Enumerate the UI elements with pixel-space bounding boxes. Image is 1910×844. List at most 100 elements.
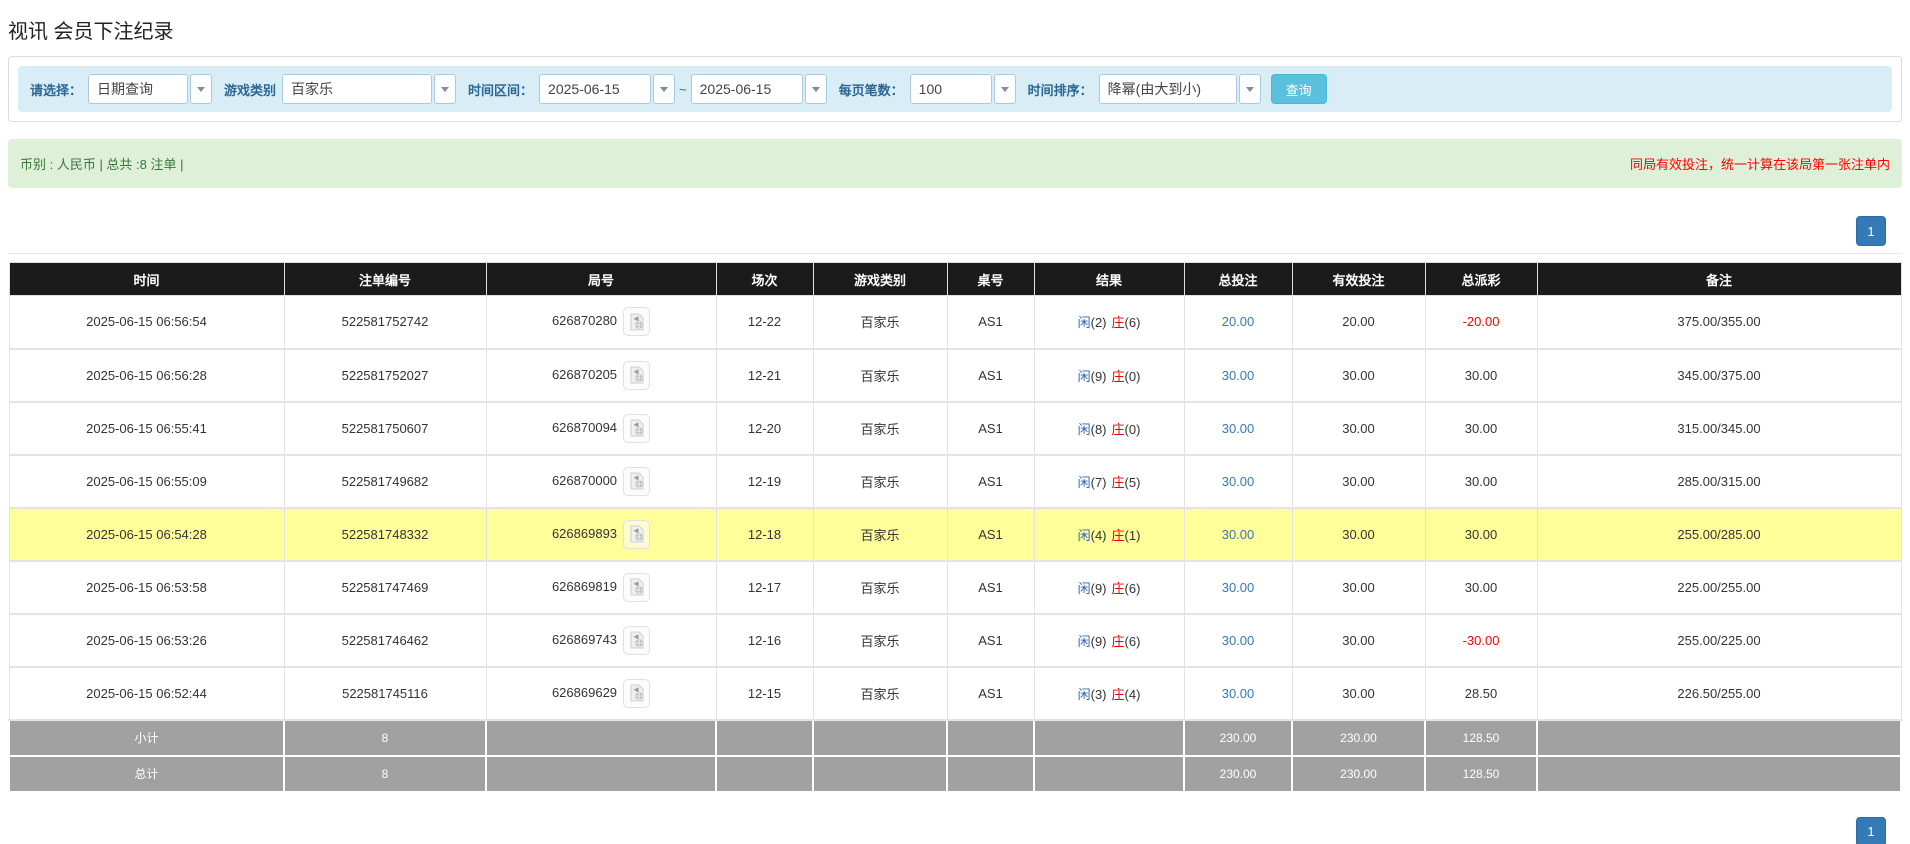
game-type-dropdown-button[interactable] xyxy=(434,74,456,104)
cell-valid-bet: 30.00 xyxy=(1292,349,1425,402)
cell-table-no: AS1 xyxy=(947,667,1034,720)
video-replay-button[interactable] xyxy=(623,520,650,549)
col-result: 结果 xyxy=(1034,263,1184,296)
cell-note: 285.00/315.00 xyxy=(1537,455,1901,508)
chevron-down-icon xyxy=(1246,87,1254,92)
result-banker-value: (6) xyxy=(1125,634,1141,649)
game-type-input[interactable] xyxy=(282,74,432,104)
table-row: 2025-06-15 06:55:09 522581749682 6268700… xyxy=(9,455,1901,508)
cell-payout: 30.00 xyxy=(1425,349,1537,402)
search-button[interactable]: 查询 xyxy=(1271,74,1327,104)
round-id-text: 626870205 xyxy=(552,366,617,381)
video-replay-button[interactable] xyxy=(623,414,650,443)
round-id-text: 626870280 xyxy=(552,313,617,328)
result-player-value: (3) xyxy=(1091,687,1107,702)
cell-valid-bet: 30.00 xyxy=(1292,561,1425,614)
total-bet-link[interactable]: 30.00 xyxy=(1222,368,1255,383)
cell-round-id: 626870205 xyxy=(486,349,716,402)
cell-table-no: AS1 xyxy=(947,296,1034,349)
game-type-label: 游戏类别 xyxy=(224,80,276,99)
page-size-combobox xyxy=(910,74,1016,104)
cell-payout: 30.00 xyxy=(1425,561,1537,614)
chevron-down-icon xyxy=(812,87,820,92)
page-title: 视讯 会员下注纪录 xyxy=(8,0,1902,56)
time-sort-label: 时间排序： xyxy=(1028,80,1093,99)
grand-total-label: 总计 xyxy=(9,756,284,792)
cell-total-bet: 30.00 xyxy=(1184,614,1292,667)
cell-session: 12-16 xyxy=(716,614,813,667)
cell-session: 12-21 xyxy=(716,349,813,402)
total-bet-link[interactable]: 30.00 xyxy=(1222,686,1255,701)
result-banker-value: (1) xyxy=(1125,528,1141,543)
cell-result: 闲(9)庄(0) xyxy=(1034,349,1184,402)
page-size-label: 每页笔数： xyxy=(839,80,904,99)
summary-bar: 币别 : 人民币 | 总共 :8 注单 | 同局有效投注，统一计算在该局第一张注… xyxy=(8,139,1902,188)
time-sort-dropdown-button[interactable] xyxy=(1239,74,1261,104)
video-replay-button[interactable] xyxy=(623,467,650,496)
cell-bet-id: 522581752027 xyxy=(284,349,486,402)
result-banker-label: 庄 xyxy=(1112,475,1125,490)
total-bet-link[interactable]: 30.00 xyxy=(1222,527,1255,542)
result-player-label: 闲 xyxy=(1078,475,1091,490)
cell-note: 375.00/355.00 xyxy=(1537,296,1901,349)
video-replay-button[interactable] xyxy=(623,307,650,336)
date-from-dropdown-button[interactable] xyxy=(653,74,675,104)
total-bet-link[interactable]: 30.00 xyxy=(1222,633,1255,648)
cell-time: 2025-06-15 06:56:54 xyxy=(9,296,284,349)
cell-note: 255.00/225.00 xyxy=(1537,614,1901,667)
time-sort-input[interactable] xyxy=(1099,74,1237,104)
total-bet-link[interactable]: 30.00 xyxy=(1222,474,1255,489)
cell-table-no: AS1 xyxy=(947,349,1034,402)
cell-time: 2025-06-15 06:54:28 xyxy=(9,508,284,561)
cell-total-bet: 20.00 xyxy=(1184,296,1292,349)
query-type-input[interactable] xyxy=(88,74,188,104)
video-replay-button[interactable] xyxy=(623,626,650,655)
date-range-separator: ~ xyxy=(679,82,687,97)
cell-total-bet: 30.00 xyxy=(1184,667,1292,720)
result-player-label: 闲 xyxy=(1078,634,1091,649)
cell-payout: -20.00 xyxy=(1425,296,1537,349)
result-player-value: (9) xyxy=(1091,634,1107,649)
date-from-input[interactable] xyxy=(539,74,651,104)
col-time: 时间 xyxy=(9,263,284,296)
cell-payout: -30.00 xyxy=(1425,614,1537,667)
table-row: 2025-06-15 06:52:44 522581745116 6268696… xyxy=(9,667,1901,720)
page-size-input[interactable] xyxy=(910,74,992,104)
result-player-value: (8) xyxy=(1091,422,1107,437)
total-bet-link[interactable]: 20.00 xyxy=(1222,314,1255,329)
cell-round-id: 626869743 xyxy=(486,614,716,667)
cell-round-id: 626869893 xyxy=(486,508,716,561)
result-player-label: 闲 xyxy=(1078,422,1091,437)
date-to-dropdown-button[interactable] xyxy=(805,74,827,104)
cell-game-type: 百家乐 xyxy=(813,667,947,720)
result-player-value: (4) xyxy=(1091,528,1107,543)
result-banker-value: (6) xyxy=(1125,581,1141,596)
total-bet-link[interactable]: 30.00 xyxy=(1222,421,1255,436)
result-banker-label: 庄 xyxy=(1112,687,1125,702)
col-note: 备注 xyxy=(1537,263,1901,296)
video-replay-button[interactable] xyxy=(623,361,650,390)
query-type-dropdown-button[interactable] xyxy=(190,74,212,104)
round-id-text: 626869743 xyxy=(552,631,617,646)
cell-valid-bet: 30.00 xyxy=(1292,455,1425,508)
cell-table-no: AS1 xyxy=(947,455,1034,508)
cell-valid-bet: 30.00 xyxy=(1292,402,1425,455)
total-bet-link[interactable]: 30.00 xyxy=(1222,580,1255,595)
col-round-id: 局号 xyxy=(486,263,716,296)
cell-time: 2025-06-15 06:55:41 xyxy=(9,402,284,455)
result-player-value: (9) xyxy=(1091,581,1107,596)
result-banker-label: 庄 xyxy=(1112,581,1125,596)
cell-bet-id: 522581746462 xyxy=(284,614,486,667)
date-to-input[interactable] xyxy=(691,74,803,104)
cell-payout: 30.00 xyxy=(1425,508,1537,561)
page-1-button[interactable]: 1 xyxy=(1856,216,1886,246)
video-replay-button[interactable] xyxy=(623,679,650,708)
page-size-dropdown-button[interactable] xyxy=(994,74,1016,104)
chevron-down-icon xyxy=(660,87,668,92)
page-1-button-bottom[interactable]: 1 xyxy=(1856,817,1886,844)
video-replay-button[interactable] xyxy=(623,573,650,602)
cell-result: 闲(3)庄(4) xyxy=(1034,667,1184,720)
table-row: 2025-06-15 06:53:58 522581747469 6268698… xyxy=(9,561,1901,614)
query-type-label: 请选择： xyxy=(30,80,82,99)
cell-result: 闲(7)庄(5) xyxy=(1034,455,1184,508)
